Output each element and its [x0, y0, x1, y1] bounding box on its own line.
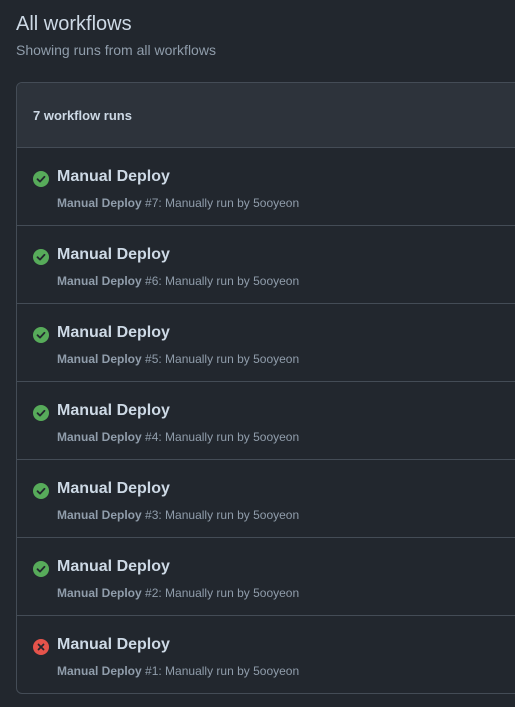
workflow-run-number: #4 — [145, 430, 159, 444]
page-title: All workflows — [16, 13, 132, 35]
workflow-run-row[interactable]: Manual Deploy Manual Deploy #3: Manually… — [17, 460, 515, 538]
workflow-runs-count: 7 workflow runs — [33, 107, 132, 123]
success-check-icon — [33, 483, 49, 499]
workflow-run-number: #5 — [145, 352, 159, 366]
workflow-run-number: #3 — [145, 508, 159, 522]
workflow-name: Manual Deploy — [57, 664, 142, 678]
workflow-run-meta: Manual Deploy #3: Manually run by 5ooyeo… — [57, 507, 299, 523]
workflow-run-meta: Manual Deploy #7: Manually run by 5ooyeo… — [57, 195, 299, 211]
success-check-icon — [33, 405, 49, 421]
workflow-run-trigger: : Manually run by 5ooyeon — [158, 352, 300, 366]
workflow-name: Manual Deploy — [57, 430, 142, 444]
workflow-run-row[interactable]: Manual Deploy Manual Deploy #4: Manually… — [17, 382, 515, 460]
workflow-run-row[interactable]: Manual Deploy Manual Deploy #7: Manually… — [17, 148, 515, 226]
page-subtitle: Showing runs from all workflows — [16, 42, 216, 58]
workflow-run-row[interactable]: Manual Deploy Manual Deploy #5: Manually… — [17, 304, 515, 382]
workflow-name: Manual Deploy — [57, 196, 142, 210]
workflow-name: Manual Deploy — [57, 352, 142, 366]
workflow-run-title[interactable]: Manual Deploy — [57, 245, 170, 265]
workflow-name: Manual Deploy — [57, 586, 142, 600]
success-check-icon — [33, 327, 49, 343]
workflow-run-title[interactable]: Manual Deploy — [57, 635, 170, 655]
workflow-run-title[interactable]: Manual Deploy — [57, 557, 170, 577]
workflow-run-meta: Manual Deploy #6: Manually run by 5ooyeo… — [57, 273, 299, 289]
workflow-run-trigger: : Manually run by 5ooyeon — [158, 664, 300, 678]
failure-x-icon — [33, 639, 49, 655]
workflow-run-number: #6 — [145, 274, 159, 288]
page-header: All workflows Showing runs from all work… — [16, 12, 216, 59]
workflow-runs-box: 7 workflow runs Manual Deploy Manual Dep… — [16, 82, 515, 694]
workflow-run-meta: Manual Deploy #4: Manually run by 5ooyeo… — [57, 429, 299, 445]
workflow-run-number: #1 — [145, 664, 159, 678]
success-check-icon — [33, 249, 49, 265]
workflow-run-title[interactable]: Manual Deploy — [57, 401, 170, 421]
workflow-run-number: #2 — [145, 586, 159, 600]
workflow-run-number: #7 — [145, 196, 159, 210]
workflow-name: Manual Deploy — [57, 508, 142, 522]
workflow-run-title[interactable]: Manual Deploy — [57, 167, 170, 187]
workflow-name: Manual Deploy — [57, 274, 142, 288]
workflow-run-row[interactable]: Manual Deploy Manual Deploy #1: Manually… — [17, 616, 515, 693]
workflow-runs-header: 7 workflow runs — [17, 83, 515, 148]
workflow-run-trigger: : Manually run by 5ooyeon — [158, 196, 300, 210]
workflow-run-trigger: : Manually run by 5ooyeon — [158, 274, 300, 288]
workflow-run-trigger: : Manually run by 5ooyeon — [158, 430, 300, 444]
workflow-run-meta: Manual Deploy #1: Manually run by 5ooyeo… — [57, 663, 299, 679]
success-check-icon — [33, 171, 49, 187]
success-check-icon — [33, 561, 49, 577]
workflow-run-meta: Manual Deploy #2: Manually run by 5ooyeo… — [57, 585, 299, 601]
workflow-run-row[interactable]: Manual Deploy Manual Deploy #2: Manually… — [17, 538, 515, 616]
workflow-run-title[interactable]: Manual Deploy — [57, 323, 170, 343]
workflow-run-row[interactable]: Manual Deploy Manual Deploy #6: Manually… — [17, 226, 515, 304]
workflow-run-trigger: : Manually run by 5ooyeon — [158, 586, 300, 600]
workflow-run-title[interactable]: Manual Deploy — [57, 479, 170, 499]
workflow-run-meta: Manual Deploy #5: Manually run by 5ooyeo… — [57, 351, 299, 367]
workflow-run-trigger: : Manually run by 5ooyeon — [158, 508, 300, 522]
